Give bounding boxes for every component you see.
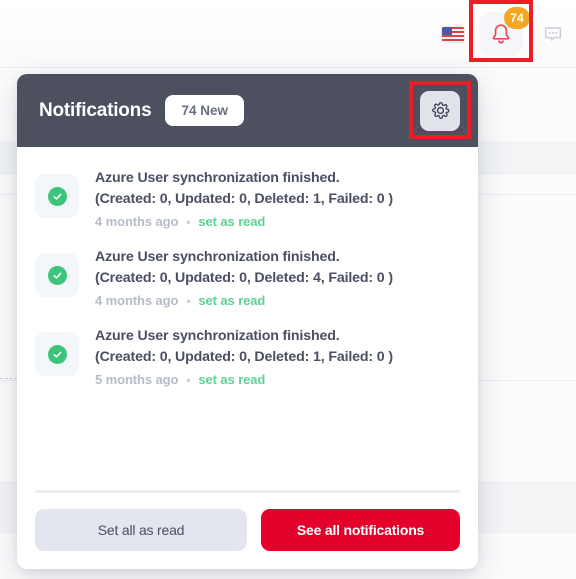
notifications-bell-button[interactable]: 74 <box>474 7 530 61</box>
see-all-notifications-button[interactable]: See all notifications <box>261 509 460 551</box>
notification-item[interactable]: Azure User synchronization finished. (Cr… <box>35 238 460 317</box>
notification-title-line-1: Azure User synchronization finished. <box>95 249 340 266</box>
notification-item[interactable]: Azure User synchronization finished. (Cr… <box>35 317 460 396</box>
notification-timestamp: 5 months ago <box>95 372 179 388</box>
chat-bubble-icon <box>544 27 562 41</box>
notification-body: Azure User synchronization finished. (Cr… <box>95 247 460 308</box>
check-circle-icon <box>47 186 67 206</box>
bell-badge-count: 74 <box>504 7 530 29</box>
topbar-icon-cluster: 74 <box>442 0 568 68</box>
meta-separator: • <box>186 372 191 387</box>
notification-timestamp: 4 months ago <box>95 214 179 230</box>
notification-title-line-2: (Created: 0, Updated: 0, Deleted: 1, Fai… <box>95 349 393 366</box>
us-flag-icon[interactable] <box>442 26 464 42</box>
chat-bubble-button[interactable] <box>538 19 568 49</box>
notification-body: Azure User synchronization finished. (Cr… <box>95 326 460 387</box>
notification-meta: 4 months ago • set as read <box>95 214 460 229</box>
notification-item[interactable]: Azure User synchronization finished. (Cr… <box>35 159 460 238</box>
check-glyph <box>53 272 61 279</box>
screen: 74 Notifications 74 New Azure User synch… <box>0 0 576 579</box>
check-glyph <box>53 351 61 358</box>
flag-canton <box>442 26 452 35</box>
notifications-panel-header: Notifications 74 New <box>17 74 478 147</box>
meta-separator: • <box>186 214 191 229</box>
notification-status-icon-wrap <box>35 174 79 218</box>
notification-title-line-1: Azure User synchronization finished. <box>95 170 340 186</box>
notification-body: Azure User synchronization finished. (Cr… <box>95 168 460 229</box>
set-as-read-link[interactable]: set as read <box>198 372 265 387</box>
new-count-badge: 74 New <box>165 94 244 127</box>
panel-title: Notifications <box>39 99 152 121</box>
gear-icon <box>431 102 449 119</box>
notifications-panel: Notifications 74 New Azure User synchron… <box>17 74 478 569</box>
notification-meta: 5 months ago • set as read <box>95 372 460 387</box>
set-as-read-link[interactable]: set as read <box>198 293 265 308</box>
notification-title-line-2: (Created: 0, Updated: 0, Deleted: 1, Fai… <box>95 191 393 208</box>
notification-title-line-2: (Created: 0, Updated: 0, Deleted: 4, Fai… <box>95 270 393 287</box>
set-as-read-link[interactable]: set as read <box>198 214 265 229</box>
set-all-as-read-button[interactable]: Set all as read <box>35 509 247 551</box>
check-glyph <box>53 193 61 200</box>
meta-separator: • <box>186 293 191 308</box>
check-circle-icon <box>47 265 67 285</box>
notification-status-icon-wrap <box>35 332 79 377</box>
check-circle-icon <box>47 344 67 364</box>
footer-divider <box>35 490 460 493</box>
notification-settings-button[interactable] <box>420 90 460 131</box>
notifications-list[interactable]: Azure User synchronization finished. (Cr… <box>17 147 478 490</box>
notification-timestamp: 4 months ago <box>95 293 179 309</box>
footer-button-row: Set all as read See all notifications <box>35 509 460 551</box>
notification-status-icon-wrap <box>35 253 79 298</box>
notification-title-line-1: Azure User synchronization finished. <box>95 328 340 345</box>
notification-meta: 4 months ago • set as read <box>95 293 460 308</box>
notifications-panel-footer: Set all as read See all notifications <box>17 490 478 569</box>
